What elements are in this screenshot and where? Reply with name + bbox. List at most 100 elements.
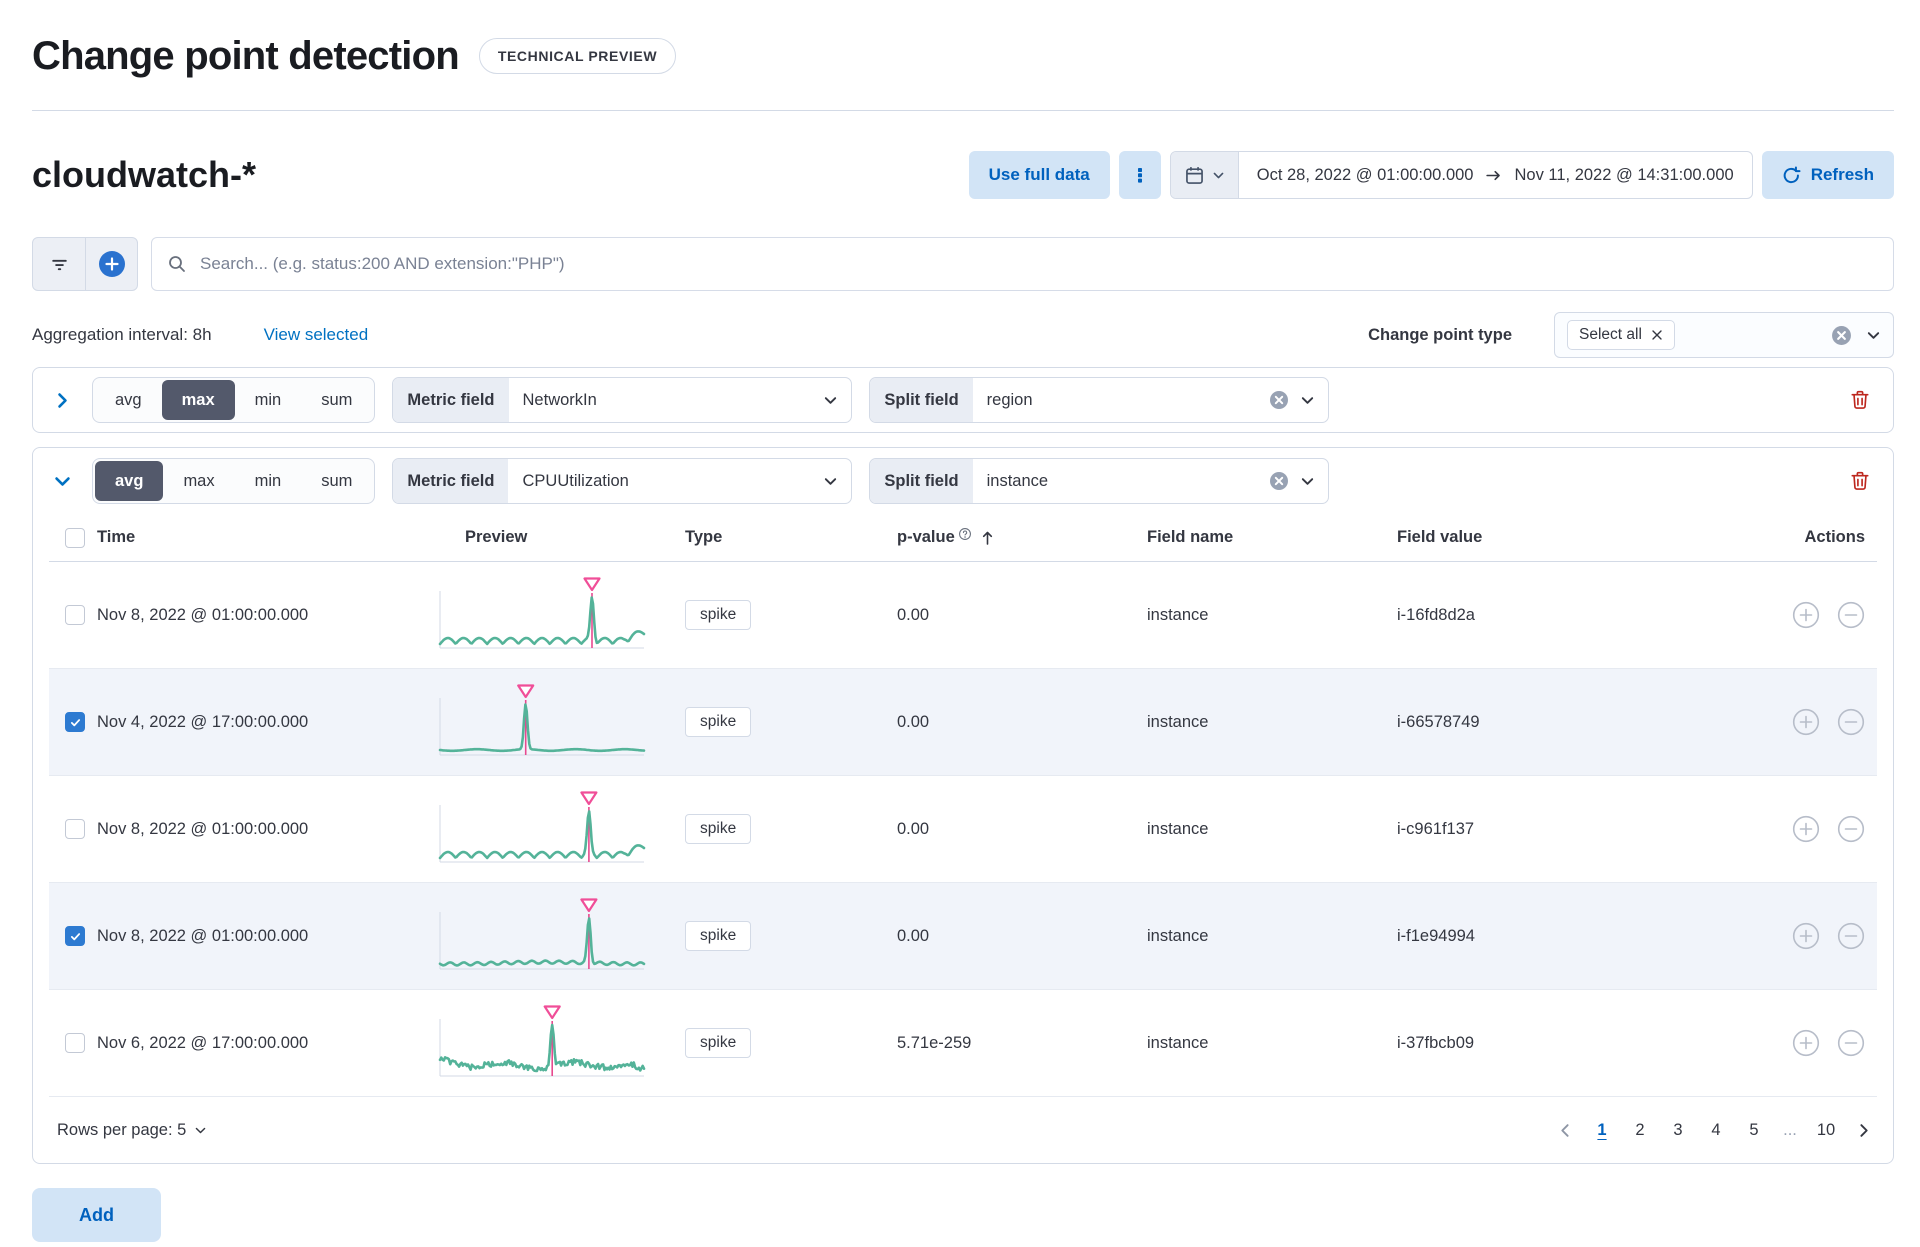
- table-row: Nov 8, 2022 @ 01:00:00.000 spike 0.00 in…: [49, 562, 1877, 669]
- config-row: avg max min sum Metric field CPUUtilizat…: [49, 457, 1877, 505]
- select-all-checkbox[interactable]: [65, 527, 85, 548]
- filter-out-value-button[interactable]: [1837, 815, 1865, 843]
- view-selected-link[interactable]: View selected: [264, 325, 369, 345]
- agg-function-group: avg max min sum: [92, 458, 376, 504]
- filter-for-value-button[interactable]: [1792, 1029, 1820, 1057]
- change-point-detection-page: Change point detection TECHNICAL PREVIEW…: [0, 0, 1920, 1242]
- title-toolbar-row: cloudwatch-* Use full data Oct 28, 2022 …: [32, 137, 1894, 213]
- chevron-down-icon: [196, 1127, 206, 1133]
- header-divider: [32, 110, 1894, 111]
- agg-option-avg[interactable]: avg: [95, 461, 164, 501]
- split-field-select[interactable]: instance: [973, 459, 1270, 503]
- collapse-toggle-button[interactable]: [49, 468, 75, 494]
- refresh-icon: [1783, 165, 1801, 183]
- page-number[interactable]: 3: [1663, 1117, 1693, 1144]
- row-checkbox[interactable]: [65, 819, 85, 839]
- row-time: Nov 8, 2022 @ 01:00:00.000: [97, 926, 309, 945]
- chevron-right-icon: [57, 392, 67, 408]
- refresh-button[interactable]: Refresh: [1761, 151, 1894, 199]
- date-range-picker[interactable]: Oct 28, 2022 @ 01:00:00.000 Nov 11, 2022…: [1169, 151, 1753, 199]
- agg-option-min[interactable]: min: [235, 461, 302, 501]
- agg-option-max[interactable]: max: [163, 461, 234, 501]
- col-header-field-name: Field name: [1147, 528, 1234, 546]
- filter-out-value-button[interactable]: [1837, 601, 1865, 629]
- filter-for-value-button[interactable]: [1792, 815, 1820, 843]
- filter-out-value-button[interactable]: [1837, 1029, 1865, 1057]
- agg-option-max[interactable]: max: [161, 380, 235, 420]
- col-header-pvalue[interactable]: p-value: [889, 528, 1139, 547]
- clear-icon[interactable]: [1831, 325, 1852, 346]
- row-field-value: i-16fd8d2a: [1397, 605, 1475, 624]
- metric-field-control: Metric field CPUUtilization: [392, 458, 853, 504]
- help-icon: [958, 528, 971, 540]
- date-end[interactable]: Nov 11, 2022 @ 14:31:00.000: [1514, 166, 1733, 185]
- split-field-select[interactable]: region: [973, 378, 1270, 422]
- pagination: 1 2 3 4 5 ... 10: [1551, 1116, 1877, 1144]
- technical-preview-badge: TECHNICAL PREVIEW: [478, 38, 677, 74]
- chevron-down-icon[interactable]: [823, 393, 838, 408]
- row-field-name: instance: [1147, 926, 1209, 945]
- change-point-type-combobox[interactable]: Select all: [1554, 312, 1894, 358]
- previous-page-button[interactable]: [1551, 1116, 1579, 1144]
- metric-field-select[interactable]: CPUUtilization: [508, 459, 823, 503]
- split-field-control: Split field region: [869, 377, 1330, 423]
- delete-config-button[interactable]: [1843, 383, 1877, 417]
- agg-option-avg[interactable]: avg: [95, 380, 162, 420]
- chevron-down-icon: [54, 476, 70, 486]
- apply-time-range-button[interactable]: [1118, 151, 1161, 199]
- row-checkbox[interactable]: [65, 926, 85, 946]
- split-field-control: Split field instance: [869, 458, 1330, 504]
- row-pvalue: 0.00: [897, 605, 930, 624]
- clear-icon[interactable]: [1269, 390, 1289, 410]
- chevron-down-icon: [1213, 172, 1224, 178]
- page-title: Change point detection: [32, 33, 460, 78]
- chevron-down-icon[interactable]: [823, 474, 838, 489]
- filter-out-value-button[interactable]: [1837, 922, 1865, 950]
- rows-per-page-button[interactable]: Rows per page: 5: [49, 1121, 207, 1140]
- page-number[interactable]: 2: [1625, 1117, 1655, 1144]
- agg-option-sum[interactable]: sum: [301, 461, 372, 501]
- filter-options-button[interactable]: [33, 238, 85, 290]
- row-checkbox[interactable]: [65, 1033, 85, 1053]
- chevron-down-icon[interactable]: [1866, 328, 1881, 343]
- aggregation-row: Aggregation interval: 8h View selected C…: [32, 312, 1894, 358]
- page-number-last[interactable]: 10: [1811, 1117, 1841, 1144]
- row-checkbox[interactable]: [65, 605, 85, 625]
- clear-icon[interactable]: [1269, 471, 1289, 491]
- cross-icon[interactable]: [1651, 329, 1663, 341]
- filter-for-value-button[interactable]: [1792, 601, 1820, 629]
- metric-field-label: Metric field: [393, 378, 509, 422]
- filter-for-value-button[interactable]: [1792, 922, 1820, 950]
- chevron-down-icon[interactable]: [1300, 393, 1315, 408]
- page-number[interactable]: 4: [1701, 1117, 1731, 1144]
- date-picker-quick-menu[interactable]: [1170, 152, 1239, 198]
- add-filter-button[interactable]: [85, 238, 137, 290]
- filter-out-value-button[interactable]: [1837, 708, 1865, 736]
- search-box: [151, 237, 1894, 291]
- chevron-left-icon: [1560, 1123, 1569, 1137]
- agg-option-min[interactable]: min: [235, 380, 302, 420]
- type-badge: spike: [685, 600, 752, 630]
- col-header-field-value: Field value: [1397, 528, 1483, 546]
- search-input[interactable]: [151, 237, 1894, 291]
- date-start[interactable]: Oct 28, 2022 @ 01:00:00.000: [1257, 166, 1474, 185]
- agg-option-sum[interactable]: sum: [301, 380, 372, 420]
- aggregation-interval-label: Aggregation interval: 8h: [32, 325, 212, 344]
- next-page-button[interactable]: [1849, 1116, 1877, 1144]
- row-checkbox[interactable]: [65, 712, 85, 732]
- search-icon: [169, 256, 185, 272]
- chevron-down-icon[interactable]: [1300, 474, 1315, 489]
- use-full-data-button[interactable]: Use full data: [968, 151, 1110, 199]
- selected-type-pill[interactable]: Select all: [1567, 320, 1675, 350]
- pagination-ellipsis: ...: [1783, 1120, 1797, 1139]
- page-number[interactable]: 5: [1739, 1117, 1769, 1144]
- table-header: Time Preview Type p-value Field name Fie…: [49, 514, 1877, 562]
- row-field-name: instance: [1147, 712, 1209, 731]
- expand-toggle-button[interactable]: [49, 387, 75, 413]
- add-config-button[interactable]: Add: [32, 1188, 161, 1242]
- page-number[interactable]: 1: [1587, 1117, 1617, 1144]
- metric-field-select[interactable]: NetworkIn: [509, 378, 824, 422]
- delete-config-button[interactable]: [1843, 464, 1877, 498]
- filter-for-value-button[interactable]: [1792, 708, 1820, 736]
- date-toolbar: Use full data Oct 28, 2022 @ 01:00:00.00…: [968, 151, 1894, 199]
